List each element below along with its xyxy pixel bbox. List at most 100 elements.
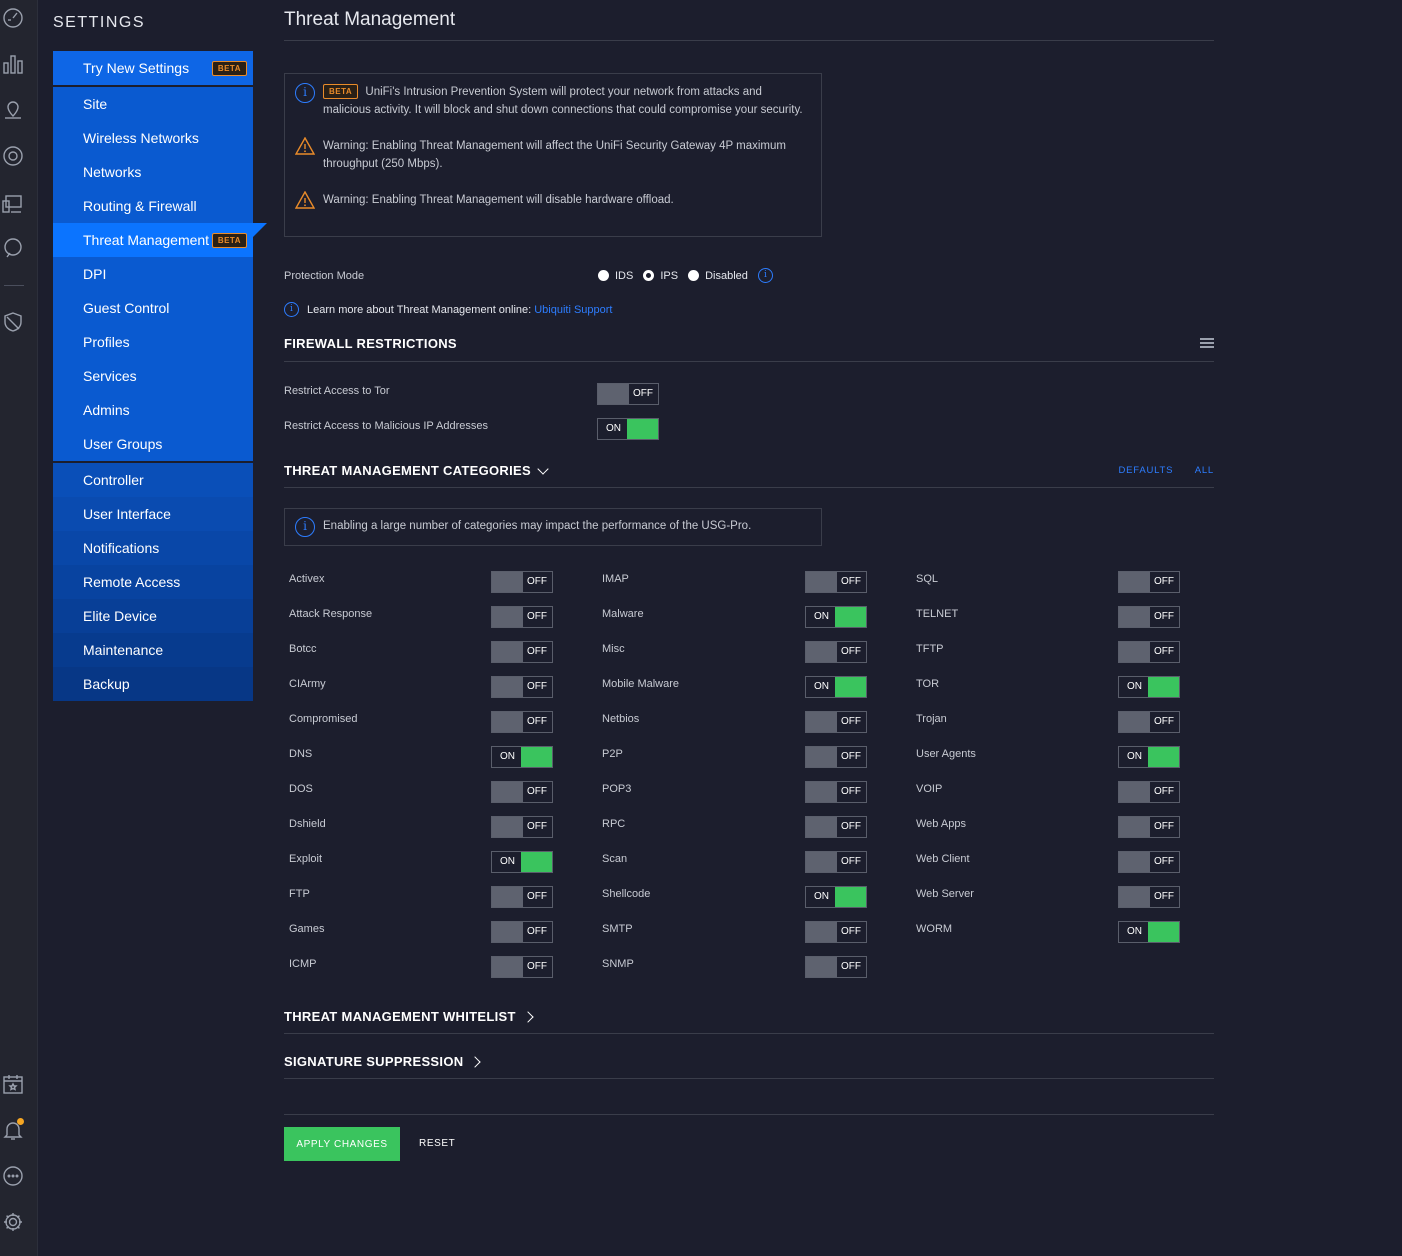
toggle-tftp[interactable]: OFF [1118,641,1180,663]
nav-item-label: Controller [83,472,144,488]
apply-changes-button[interactable]: APPLY CHANGES [284,1127,400,1161]
nav-item-label: Admins [83,402,130,418]
toggle-games[interactable]: OFF [491,921,553,943]
toggle-trojan[interactable]: OFF [1118,711,1180,733]
map-icon[interactable] [0,97,26,123]
toggle-botcc[interactable]: OFF [491,641,553,663]
toggle-worm[interactable]: ON [1118,921,1180,943]
signature-suppression-header[interactable]: SIGNATURE SUPPRESSION [284,1054,1214,1069]
toggle-exploit[interactable]: ON [491,851,553,873]
nav-item-dpi[interactable]: DPI [53,257,253,291]
whitelist-header[interactable]: THREAT MANAGEMENT WHITELIST [284,1009,1214,1024]
nav-item-label: Services [83,368,137,384]
toggle-dns[interactable]: ON [491,746,553,768]
nav-item-controller[interactable]: Controller [53,463,253,497]
defaults-link[interactable]: DEFAULTS [1118,465,1173,476]
toggle-pop3[interactable]: OFF [805,781,867,803]
protection-mode-radios: IDS IPS Disabled i [598,268,773,283]
nav-item-admins[interactable]: Admins [53,393,253,427]
toggle-knob [492,887,523,907]
settings-gear-icon[interactable] [0,1209,26,1235]
clients-icon[interactable] [0,191,26,217]
toggle-imap[interactable]: OFF [805,571,867,593]
ubiquiti-support-link[interactable]: Ubiquiti Support [534,304,612,316]
toggle-state: ON [500,856,515,867]
toggle-malware[interactable]: ON [805,606,867,628]
nav-item-profiles[interactable]: Profiles [53,325,253,359]
toggle-ciarmy[interactable]: OFF [491,676,553,698]
toggle-restrict-access-to-malicious-ip-addresses[interactable]: ON [597,418,659,440]
events-calendar-icon[interactable] [0,1071,26,1097]
toggle-knob [492,712,523,732]
toggle-tor[interactable]: ON [1118,676,1180,698]
toggle-web-server[interactable]: OFF [1118,886,1180,908]
statistics-icon[interactable] [0,51,26,77]
toggle-activex[interactable]: OFF [491,571,553,593]
toggle-shellcode[interactable]: ON [805,886,867,908]
radio-dot [688,270,700,281]
security-shield-icon[interactable] [0,309,26,335]
radio-disabled[interactable]: Disabled [688,270,748,282]
toggle-ftp[interactable]: OFF [491,886,553,908]
radio-ids[interactable]: IDS [598,270,633,282]
nav-item-networks[interactable]: Networks [53,155,253,189]
toggle-telnet[interactable]: OFF [1118,606,1180,628]
toggle-state: OFF [841,751,861,762]
categories-header[interactable]: THREAT MANAGEMENT CATEGORIES DEFAULTS AL… [284,463,1214,478]
nav-item-elite-device[interactable]: Elite Device [53,599,253,633]
toggle-user-agents[interactable]: ON [1118,746,1180,768]
nav-item-backup[interactable]: Backup [53,667,253,701]
toggle-state: ON [500,751,515,762]
toggle-compromised[interactable]: OFF [491,711,553,733]
protection-mode-info-icon[interactable]: i [757,268,773,283]
toggle-icmp[interactable]: OFF [491,956,553,978]
toggle-restrict-access-to-tor[interactable]: OFF [597,383,659,405]
toggle-knob [806,817,837,837]
nav-item-user-groups[interactable]: User Groups [53,427,253,461]
toggle-mobile-malware[interactable]: ON [805,676,867,698]
toggle-scan[interactable]: OFF [805,851,867,873]
toggle-snmp[interactable]: OFF [805,956,867,978]
category-label: DOS [289,783,313,795]
reset-button[interactable]: RESET [419,1127,455,1161]
menu-icon[interactable] [1200,338,1214,350]
nav-item-guest-control[interactable]: Guest Control [53,291,253,325]
nav-item-remote-access[interactable]: Remote Access [53,565,253,599]
nav-item-notifications[interactable]: Notifications [53,531,253,565]
toggle-smtp[interactable]: OFF [805,921,867,943]
toggle-knob [521,852,552,872]
alerts-bell-icon[interactable] [0,1117,26,1143]
toggle-dos[interactable]: OFF [491,781,553,803]
radio-ips[interactable]: IPS [643,270,678,282]
chevron-down-icon [537,463,549,475]
nav-item-wireless-networks[interactable]: Wireless Networks [53,121,253,155]
nav-item-site[interactable]: Site [53,87,253,121]
toggle-web-apps[interactable]: OFF [1118,816,1180,838]
rail-divider [4,285,24,286]
toggle-sql[interactable]: OFF [1118,571,1180,593]
nav-item-threat-management[interactable]: Threat Management BETA [53,223,267,257]
toggle-p2p[interactable]: OFF [805,746,867,768]
toggle-misc[interactable]: OFF [805,641,867,663]
toggle-dshield[interactable]: OFF [491,816,553,838]
nav-item-user-interface[interactable]: User Interface [53,497,253,531]
all-link[interactable]: ALL [1195,465,1214,476]
nav-item-services[interactable]: Services [53,359,253,393]
insights-icon[interactable] [0,235,26,261]
nav-item-routing-firewall[interactable]: Routing & Firewall [53,189,253,223]
toggle-attack-response[interactable]: OFF [491,606,553,628]
toggle-state: OFF [841,856,861,867]
nav-item-label: Wireless Networks [83,130,199,146]
toggle-netbios[interactable]: OFF [805,711,867,733]
toggle-web-client[interactable]: OFF [1118,851,1180,873]
category-label: SNMP [602,958,634,970]
beta-badge: BETA [323,84,359,100]
toggle-rpc[interactable]: OFF [805,816,867,838]
toggle-voip[interactable]: OFF [1118,781,1180,803]
nav-item-try-new-settings[interactable]: Try New Settings BETA [53,51,253,85]
nav-item-label: User Interface [83,506,171,522]
devices-icon[interactable] [0,143,26,169]
nav-item-maintenance[interactable]: Maintenance [53,633,253,667]
chat-icon[interactable] [0,1163,26,1189]
dashboard-icon[interactable] [0,5,26,31]
